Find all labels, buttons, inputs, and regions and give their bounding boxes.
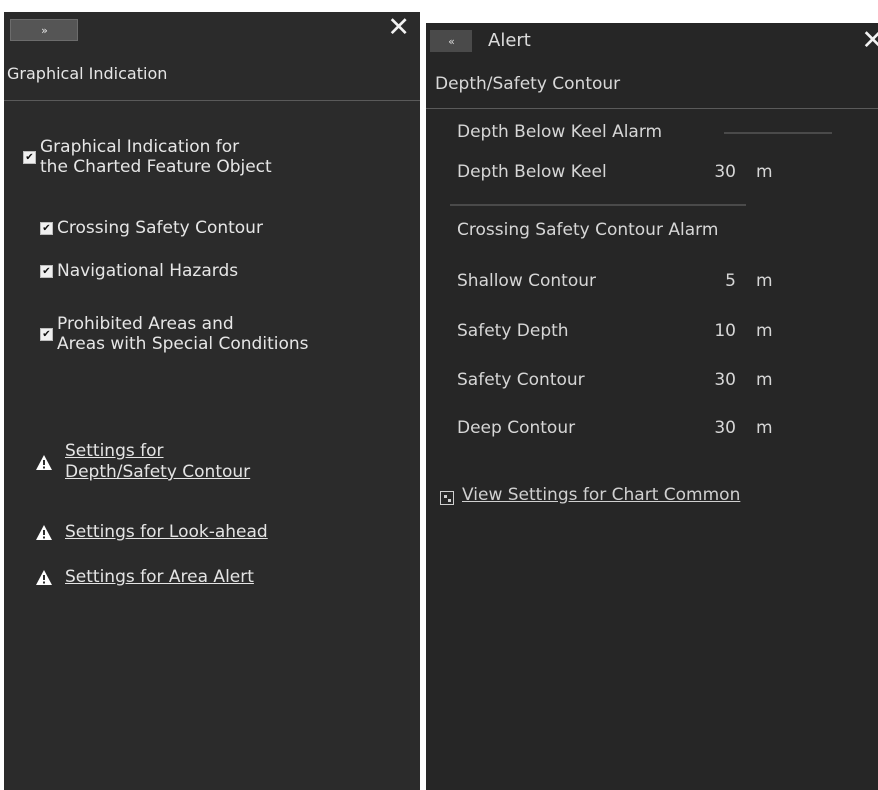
divider xyxy=(450,204,746,206)
double-chevron-right-icon: » xyxy=(41,23,48,37)
expand-button[interactable]: » xyxy=(10,19,78,41)
deep-contour-unit: m xyxy=(756,418,773,438)
checkbox-icon[interactable]: ✔ xyxy=(40,264,53,278)
safety-depth-unit: m xyxy=(756,321,773,341)
safety-depth-label: Safety Depth xyxy=(457,321,569,341)
look-ahead-settings-link-row[interactable]: Settings for Look-ahead xyxy=(35,522,268,543)
warning-icon xyxy=(36,570,52,585)
warning-icon xyxy=(36,454,52,470)
alert-panel-titlebar: « Alert ✕ xyxy=(426,23,878,61)
safety-contour-unit: m xyxy=(756,370,773,390)
checkbox-label: Navigational Hazards xyxy=(57,261,239,281)
look-ahead-settings-link[interactable]: Settings for Look-ahead xyxy=(65,522,268,543)
panel-title-text: Graphical Indication xyxy=(7,64,168,83)
deep-contour-value[interactable]: 30 xyxy=(688,418,736,438)
checkbox-label: Prohibited Areas and Areas with Special … xyxy=(57,314,309,354)
safety-contour-label: Safety Contour xyxy=(457,370,585,390)
warning-icon xyxy=(36,525,52,540)
navigational-hazards-checkbox-row[interactable]: ✔ Navigational Hazards xyxy=(40,261,238,281)
depth-safety-contour-settings-link[interactable]: Settings for Depth/Safety Contour xyxy=(65,441,250,483)
deep-contour-label: Deep Contour xyxy=(457,418,576,438)
window-title: Alert xyxy=(488,30,531,51)
checkbox-label: Graphical Indication for the Charted Fea… xyxy=(40,137,272,177)
area-alert-settings-link-row[interactable]: Settings for Area Alert xyxy=(35,567,254,588)
depth-below-keel-unit: m xyxy=(756,162,773,182)
section-title-text: Depth/Safety Contour xyxy=(435,74,621,94)
depth-safety-contour-settings-link-row[interactable]: Settings for Depth/Safety Contour xyxy=(35,441,250,483)
crossing-safety-contour-checkbox-row[interactable]: ✔ Crossing Safety Contour xyxy=(40,218,263,238)
chart-common-grid-icon xyxy=(440,491,454,505)
charted-feature-checkbox-row[interactable]: ✔ Graphical Indication for the Charted F… xyxy=(23,137,272,177)
depth-below-keel-label: Depth Below Keel xyxy=(457,162,607,182)
shallow-contour-label: Shallow Contour xyxy=(457,271,597,291)
collapse-button[interactable]: « xyxy=(430,30,472,52)
divider xyxy=(724,132,832,134)
double-chevron-left-icon: « xyxy=(448,34,455,48)
checkbox-icon[interactable]: ✔ xyxy=(23,150,36,164)
graphical-indication-panel: » ✕ Graphical Indication ✔ Graphical Ind… xyxy=(4,12,420,790)
depth-below-keel-value[interactable]: 30 xyxy=(688,162,736,182)
shallow-contour-unit: m xyxy=(756,271,773,291)
safety-contour-value[interactable]: 30 xyxy=(688,370,736,390)
safety-depth-value[interactable]: 10 xyxy=(688,321,736,341)
alert-panel: « Alert ✕ Depth/Safety Contour Depth Bel… xyxy=(426,23,878,790)
panel-title: Graphical Indication xyxy=(4,64,420,101)
section-title: Depth/Safety Contour xyxy=(426,74,878,109)
checkbox-icon[interactable]: ✔ xyxy=(40,221,53,235)
depth-below-keel-alarm-label: Depth Below Keel Alarm xyxy=(457,122,663,142)
shallow-contour-value[interactable]: 5 xyxy=(688,271,736,291)
checkbox-icon[interactable]: ✔ xyxy=(40,327,53,341)
close-icon[interactable]: ✕ xyxy=(861,27,878,54)
close-icon[interactable]: ✕ xyxy=(387,14,410,41)
crossing-safety-contour-alarm-label: Crossing Safety Contour Alarm xyxy=(457,220,719,240)
view-settings-chart-common-link[interactable]: View Settings for Chart Common xyxy=(462,485,740,505)
left-panel-titlebar: » ✕ xyxy=(4,12,420,50)
prohibited-areas-checkbox-row[interactable]: ✔ Prohibited Areas and Areas with Specia… xyxy=(40,314,309,354)
area-alert-settings-link[interactable]: Settings for Area Alert xyxy=(65,567,254,588)
checkbox-label: Crossing Safety Contour xyxy=(57,218,263,238)
